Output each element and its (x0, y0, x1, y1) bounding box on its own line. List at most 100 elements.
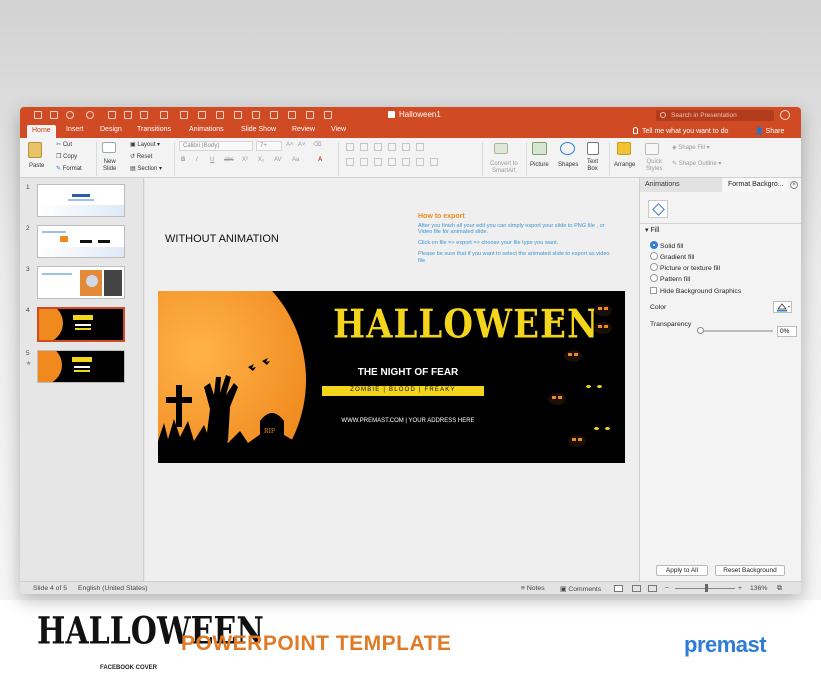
apply-to-all-button[interactable]: Apply to All (656, 565, 708, 576)
slide-thumbnail-5[interactable] (37, 350, 125, 383)
strikethrough-button[interactable]: abc (224, 157, 234, 163)
line-spacing-icon[interactable] (402, 143, 410, 151)
quick-styles-button[interactable]: Quick Styles (646, 159, 662, 173)
feedback-smiley-icon[interactable] (780, 110, 790, 120)
hide-background-graphics-checkbox[interactable]: Hide Background Graphics (650, 287, 741, 295)
zoom-slider-thumb[interactable] (705, 584, 708, 592)
tab-insert[interactable]: Insert (66, 126, 84, 133)
mail-icon[interactable] (288, 111, 296, 119)
format-painter-button[interactable]: ✎ Format (56, 165, 82, 172)
text-qa-icon[interactable] (270, 111, 278, 119)
slide-thumbnail-2[interactable] (37, 225, 125, 258)
reading-view-icon[interactable] (648, 585, 657, 592)
current-slide[interactable]: WITHOUT ANIMATION How to export After yo… (145, 178, 639, 581)
increase-indent-icon[interactable] (388, 143, 396, 151)
text-direction-icon[interactable] (402, 158, 410, 166)
char-spacing-button[interactable]: AV (274, 157, 282, 163)
align-center-icon[interactable] (360, 158, 368, 166)
slide-thumbnail-4[interactable] (37, 307, 125, 342)
format-painter-qa-icon[interactable] (180, 111, 188, 119)
slide-sorter-icon[interactable] (632, 585, 641, 592)
cut-button[interactable]: ✂ Cut (56, 141, 72, 148)
arrange-icon[interactable] (617, 142, 631, 155)
shape-icon[interactable] (234, 111, 242, 119)
picture-fill-option[interactable]: Picture or texture fill (650, 263, 720, 272)
text-columns-icon[interactable] (430, 158, 438, 166)
tab-transitions[interactable]: Transitions (137, 126, 171, 133)
columns-icon[interactable] (416, 143, 424, 151)
new-slide-icon[interactable] (102, 142, 116, 153)
language-indicator[interactable]: English (United States) (78, 585, 148, 592)
shapes-button[interactable]: Shapes (558, 162, 578, 168)
shape-fill-button[interactable]: ◈ Shape Fill ▾ (672, 144, 710, 151)
shape-outline-button[interactable]: ✎ Shape Outline ▾ (672, 160, 721, 167)
quick-styles-icon[interactable] (645, 143, 659, 155)
layout-button[interactable]: ▣ Layout ▾ (130, 141, 160, 148)
present-icon[interactable] (140, 111, 148, 119)
new-slide-button[interactable]: New Slide (103, 159, 116, 173)
text-box-icon[interactable] (587, 142, 599, 155)
halloween-banner-image[interactable]: RIP HALLOWEEN THE NIGHT OF FEAR ZOMBIE |… (158, 291, 625, 463)
grow-font-button[interactable]: A˄ (286, 142, 294, 148)
tell-me-box[interactable]: Tell me what you want to do (633, 127, 728, 135)
customize-icon[interactable] (216, 111, 224, 119)
superscript-button[interactable]: X² (242, 157, 248, 163)
pane-tab-animations[interactable]: Animations (640, 178, 722, 192)
copy-button[interactable]: ❐ Copy (56, 153, 77, 160)
reset-button[interactable]: ↺ Reset (130, 153, 152, 160)
search-input[interactable]: Search in Presentation (656, 110, 774, 121)
smartart-icon[interactable] (494, 143, 508, 154)
sidebar-toggle-icon[interactable] (34, 111, 42, 119)
transparency-value-field[interactable]: 0% (777, 326, 797, 337)
pane-tab-format-background[interactable]: Format Backgro... (723, 178, 787, 192)
notes-button[interactable]: ≡ Notes (521, 585, 545, 592)
zoom-out-button[interactable]: − (665, 585, 669, 592)
numbering-icon[interactable] (360, 143, 368, 151)
how-to-export-textbox[interactable]: How to export After you finish all your … (418, 213, 618, 269)
zoom-in-button[interactable]: + (738, 585, 742, 592)
new-slide-qa-icon[interactable] (108, 111, 116, 119)
arrange-qa-icon[interactable] (252, 111, 260, 119)
camera-icon[interactable] (160, 111, 168, 119)
font-color-button[interactable]: A (318, 157, 322, 163)
arrange-button[interactable]: Arrange (614, 162, 635, 168)
more-icon[interactable] (324, 111, 332, 119)
change-case-button[interactable]: Aa (292, 157, 299, 163)
pen-icon[interactable] (198, 111, 206, 119)
share-button[interactable]: 👤 Share (755, 127, 784, 135)
save-icon[interactable] (50, 111, 58, 119)
color-picker-button[interactable] (773, 301, 792, 313)
redo-icon[interactable] (86, 111, 94, 119)
transparency-slider-thumb[interactable] (697, 327, 704, 334)
tab-animations[interactable]: Animations (189, 126, 224, 133)
align-text-icon[interactable] (416, 158, 424, 166)
picture-button[interactable]: Picture (530, 162, 549, 168)
tab-review[interactable]: Review (292, 126, 315, 133)
solid-fill-option[interactable]: Solid fill (650, 241, 683, 250)
slide-thumbnail-3[interactable] (37, 266, 125, 299)
fill-section-header[interactable]: ▾ Fill (645, 226, 659, 234)
align-left-icon[interactable] (346, 158, 354, 166)
zoom-level[interactable]: 136% (750, 585, 767, 592)
shrink-font-button[interactable]: A˅ (298, 142, 306, 148)
tab-slide-show[interactable]: Slide Show (241, 126, 276, 133)
close-pane-icon[interactable]: × (790, 181, 798, 189)
pattern-fill-option[interactable]: Pattern fill (650, 274, 690, 283)
bullets-icon[interactable] (346, 143, 354, 151)
underline-button[interactable]: U (210, 157, 214, 163)
gradient-fill-option[interactable]: Gradient fill (650, 252, 694, 261)
shapes-icon[interactable] (560, 142, 575, 155)
comments-button[interactable]: ▣ Comments (560, 585, 601, 593)
paste-icon[interactable] (28, 142, 42, 158)
tab-design[interactable]: Design (100, 126, 122, 133)
text-box-button[interactable]: Text Box (587, 159, 598, 173)
fit-to-window-icon[interactable]: ⧉ (777, 585, 782, 593)
font-size-select[interactable]: 7+ (256, 141, 282, 151)
slide-editing-canvas[interactable]: WITHOUT ANIMATION How to export After yo… (145, 178, 639, 581)
clear-format-icon[interactable]: ⌫ (313, 141, 321, 148)
justify-icon[interactable] (388, 158, 396, 166)
font-name-select[interactable]: Calibri (Body) (179, 141, 253, 151)
section-button[interactable]: ▤ Section ▾ (130, 165, 162, 172)
fill-category-button[interactable] (648, 200, 668, 218)
decrease-indent-icon[interactable] (374, 143, 382, 151)
